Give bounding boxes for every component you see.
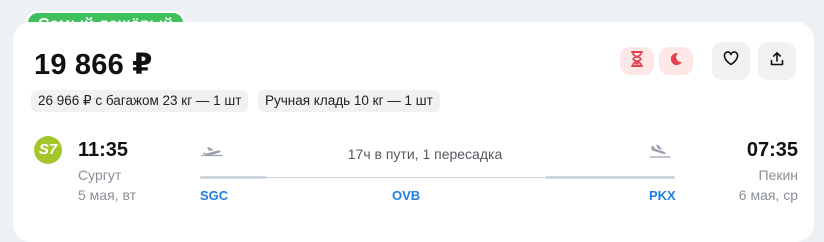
departure-time: 11:35 — [78, 139, 129, 161]
departure-date: 5 мая, вт — [78, 187, 136, 203]
ticket-price: 19 866 ₽ — [34, 49, 153, 81]
heart-icon — [723, 51, 739, 71]
night-flight-indicator — [659, 47, 693, 75]
baggage-price-tag: 26 966 ₽ с багажом 23 кг — 1 шт — [31, 90, 249, 112]
takeoff-icon — [200, 143, 224, 164]
origin-airport-code[interactable]: SGC — [200, 188, 228, 203]
arrival-time: 07:35 — [746, 139, 798, 161]
hourglass-icon — [630, 50, 644, 72]
moon-icon — [668, 51, 684, 72]
arrival-city: Пекин — [758, 167, 798, 183]
route-layover-line — [267, 177, 545, 178]
transfer-airport-code[interactable]: OVB — [392, 188, 420, 203]
arrival-date: 6 мая, ср — [738, 187, 798, 203]
route-segment-2 — [545, 176, 675, 179]
destination-airport-code[interactable]: PKX — [649, 188, 676, 203]
long-layover-indicator — [620, 47, 654, 75]
airline-logo: S7 — [34, 136, 62, 164]
hand-luggage-tag: Ручная кладь 10 кг — 1 шт — [258, 90, 440, 112]
flight-duration: 17ч в пути, 1 пересадка — [347, 146, 503, 162]
share-icon — [769, 51, 785, 72]
departure-city: Сургут — [78, 167, 122, 183]
route-segment-1 — [200, 176, 267, 179]
share-button[interactable] — [758, 42, 796, 80]
landing-icon — [648, 143, 672, 164]
favorite-button[interactable] — [712, 42, 750, 80]
